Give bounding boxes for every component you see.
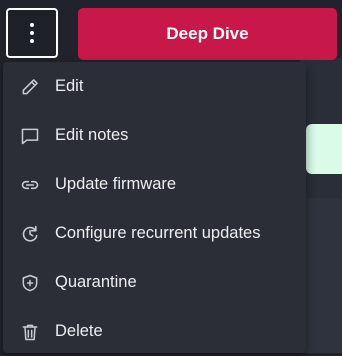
pencil-icon: [19, 76, 41, 98]
more-vertical-icon: [30, 23, 34, 43]
menu-item-label: Update firmware: [55, 175, 177, 193]
menu-item-delete[interactable]: Delete: [3, 307, 306, 356]
comment-icon: [19, 125, 41, 147]
trash-icon: [19, 321, 41, 343]
link-icon: [19, 174, 41, 196]
menu-item-label: Edit: [55, 77, 84, 95]
menu-item-label: Edit notes: [55, 126, 129, 144]
menu-item-edit[interactable]: Edit: [3, 62, 306, 111]
menu-item-quarantine[interactable]: Quarantine: [3, 258, 306, 307]
menu-item-configure-recurrent-updates[interactable]: Configure recurrent updates: [3, 209, 306, 258]
background-card: [306, 198, 342, 353]
shield-plus-icon: [19, 272, 41, 294]
menu-item-label: Configure recurrent updates: [55, 224, 261, 242]
menu-item-edit-notes[interactable]: Edit notes: [3, 111, 306, 160]
menu-item-update-firmware[interactable]: Update firmware: [3, 160, 306, 209]
background-green-card: [306, 124, 342, 174]
actions-menu: Edit Edit notes Update firmware Configur…: [3, 62, 306, 353]
more-options-button[interactable]: [6, 8, 58, 58]
menu-item-label: Delete: [55, 322, 103, 340]
deep-dive-button[interactable]: Deep Dive: [78, 8, 337, 60]
menu-item-label: Quarantine: [55, 273, 137, 291]
refresh-clock-icon: [19, 223, 41, 245]
